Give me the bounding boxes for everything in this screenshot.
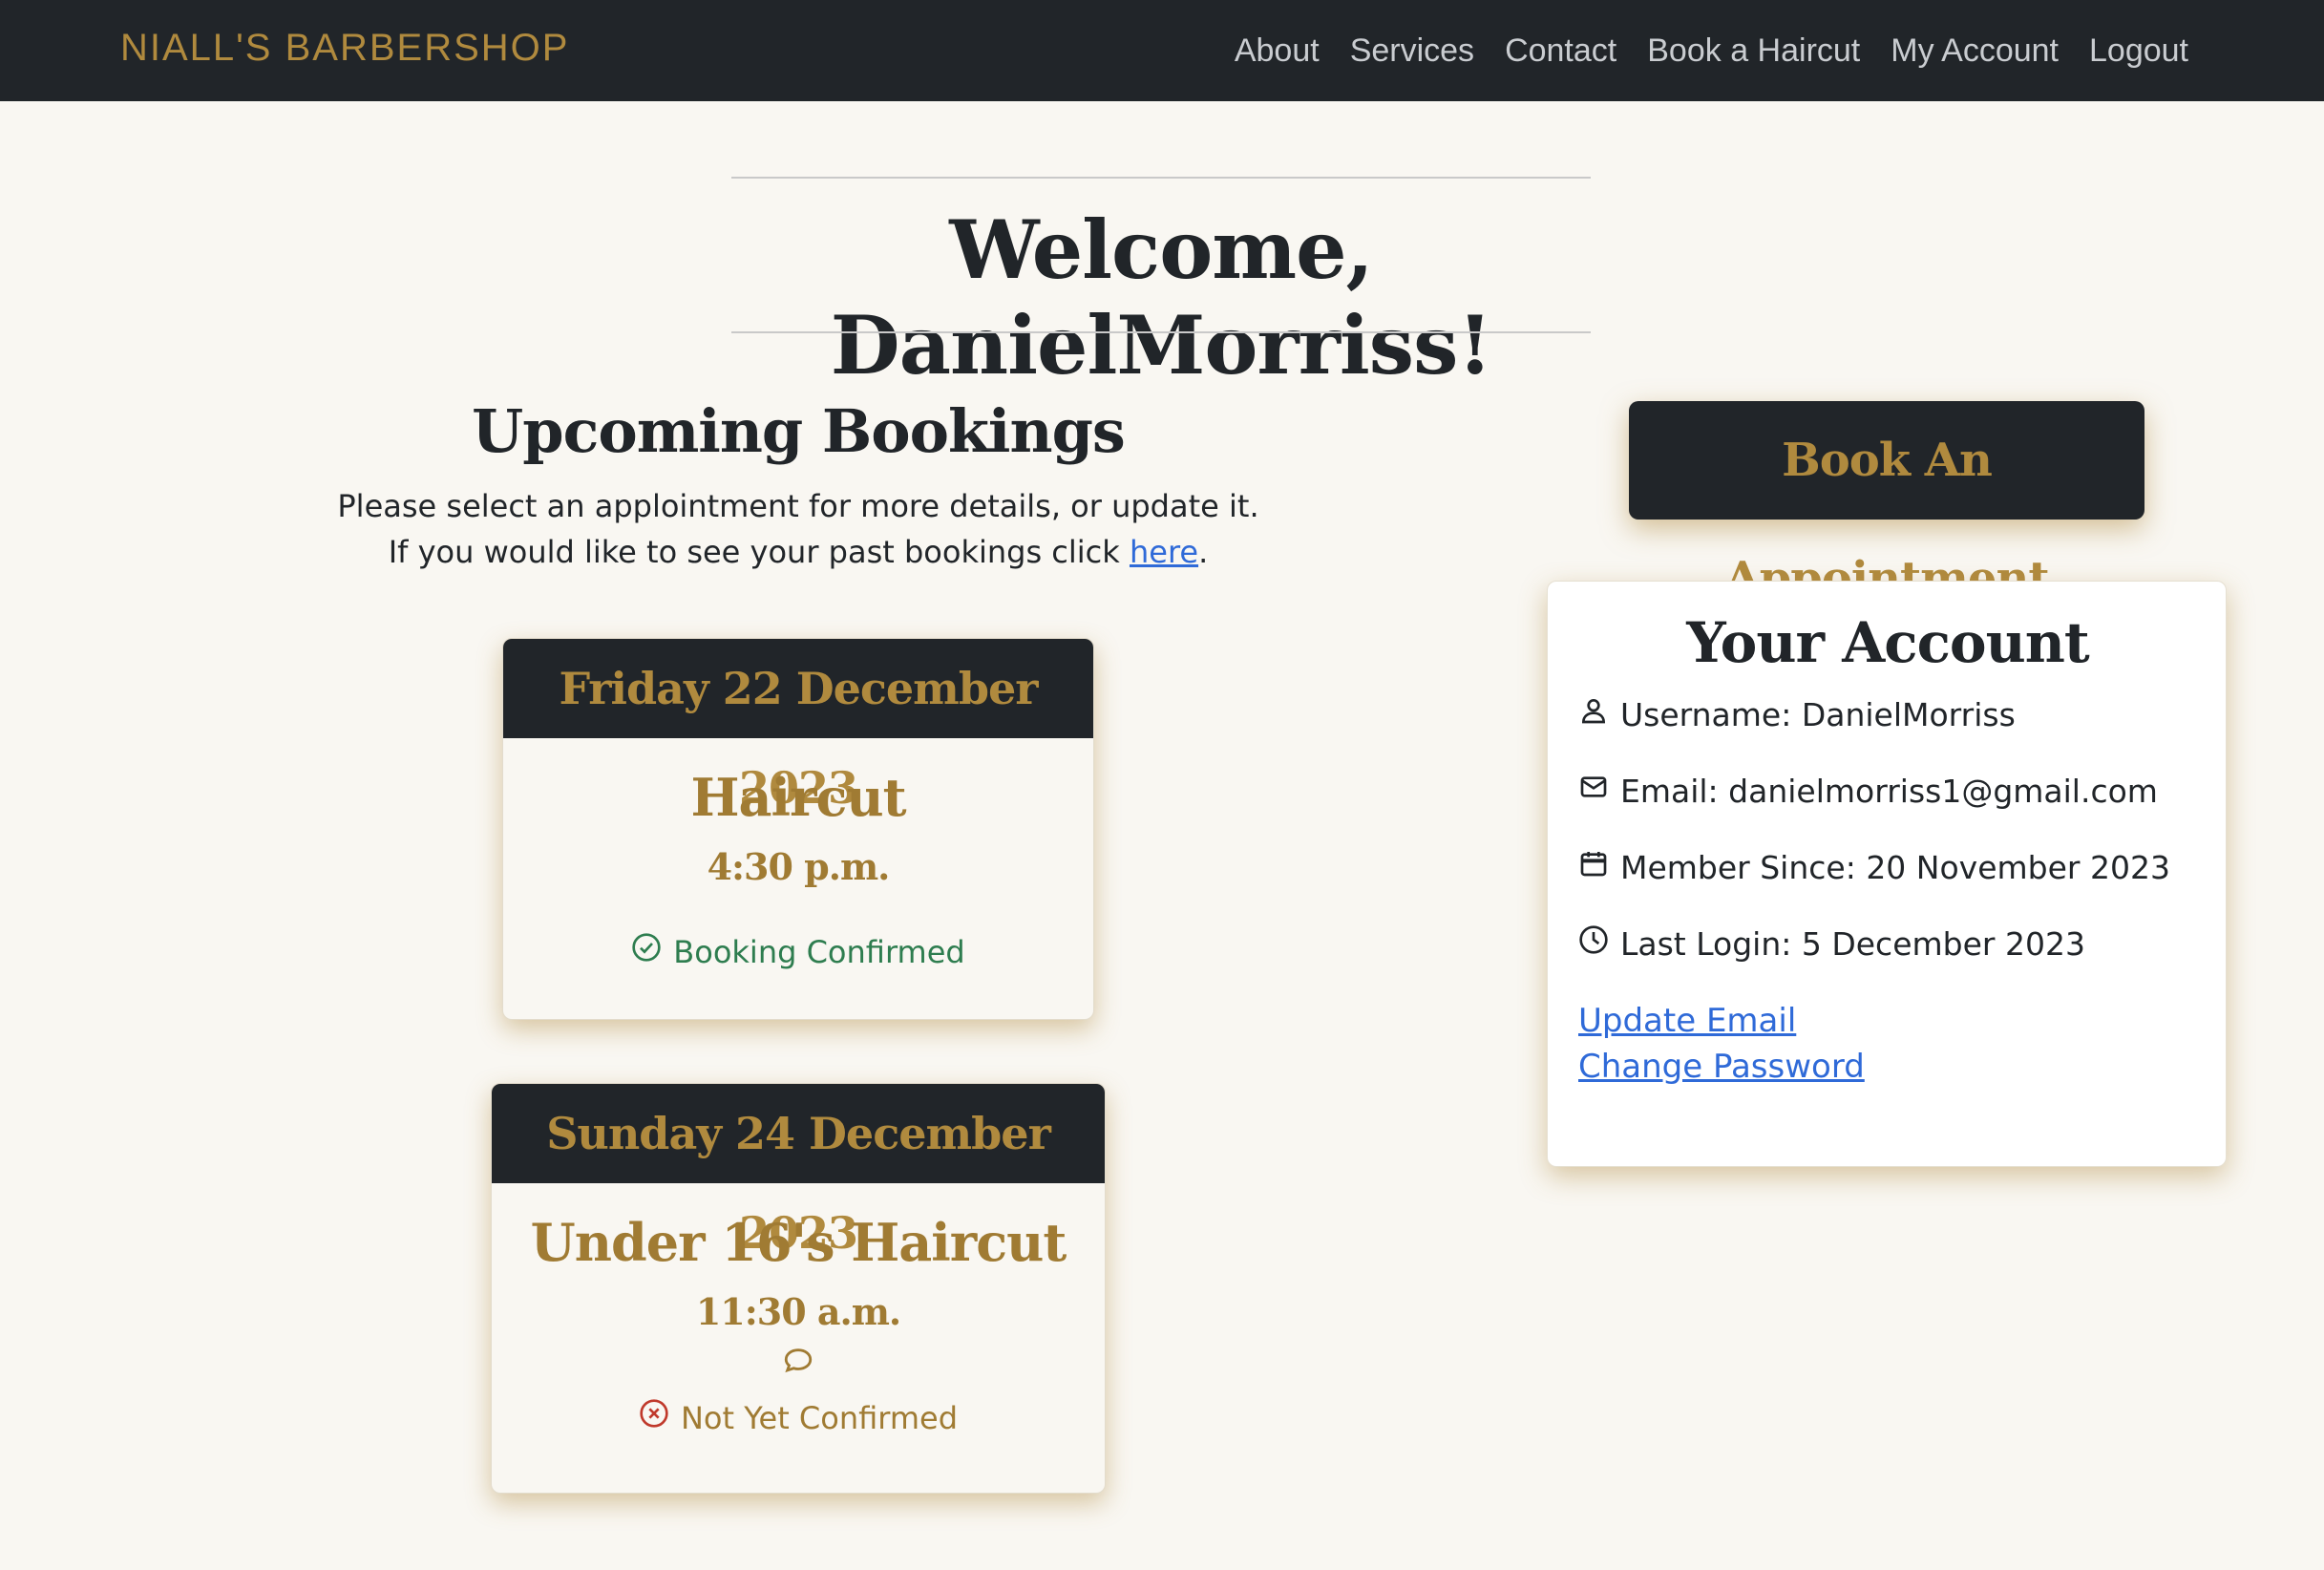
booking-card-body: Under 16's Haircut 11:30 a.m. Not Yet Co…: [492, 1183, 1105, 1441]
booking-status: Booking Confirmed: [503, 929, 1093, 975]
intro-line-2-period: .: [1198, 534, 1209, 570]
booking-comment: [492, 1342, 1105, 1384]
booking-service: Haircut: [690, 767, 906, 828]
nav-contact[interactable]: Contact: [1505, 3, 1616, 98]
booking-status: Not Yet Confirmed: [492, 1395, 1105, 1441]
nav-services[interactable]: Services: [1350, 3, 1474, 98]
update-email-link[interactable]: Update Email: [1578, 998, 1796, 1044]
booking-service: Under 16's Haircut: [530, 1212, 1067, 1273]
email-text: Email: danielmorriss1@gmail.com: [1620, 773, 2158, 810]
booking-date: Sunday 24 December 2023: [492, 1084, 1105, 1259]
last-login-text: Last Login: 5 December 2023: [1620, 925, 2085, 963]
clock-icon: [1578, 922, 1609, 967]
username-text: Username: DanielMorriss: [1620, 696, 2016, 733]
account-username: Username: DanielMorriss: [1578, 692, 2016, 738]
upcoming-bookings-title: Upcoming Bookings: [472, 396, 1126, 466]
nav-logout[interactable]: Logout: [2089, 3, 2188, 98]
check-circle-icon: [631, 929, 662, 975]
calendar-icon: [1578, 845, 1609, 891]
page-title: Welcome, DanielMorriss!: [830, 202, 1493, 392]
booking-date: Friday 22 December 2023: [503, 639, 1093, 814]
navbar: NIALL'S BARBERSHOP About Services Contac…: [0, 0, 2324, 101]
welcome-top-rule: [731, 177, 1591, 179]
chat-bubble-icon: [782, 1345, 814, 1381]
account-card: Your Account Username: DanielMorriss Ema…: [1547, 581, 2227, 1167]
account-title: Your Account: [1686, 610, 2089, 675]
booking-status-text: Booking Confirmed: [673, 934, 965, 970]
booking-card-body: Haircut 4:30 p.m. Booking Confirmed: [503, 738, 1093, 975]
nav-about[interactable]: About: [1235, 3, 1320, 98]
brand-logo[interactable]: NIALL'S BARBERSHOP: [120, 0, 569, 101]
booking-card[interactable]: Friday 22 December 2023 Haircut 4:30 p.m…: [502, 638, 1094, 1020]
change-password-link[interactable]: Change Password: [1578, 1044, 1865, 1090]
booking-time: 4:30 p.m.: [707, 845, 891, 888]
account-email: Email: danielmorriss1@gmail.com: [1578, 769, 2158, 815]
nav-links: About Services Contact Book a Haircut My…: [1235, 0, 2188, 101]
book-appointment-button[interactable]: Book An Appointment: [1629, 401, 2144, 605]
x-circle-icon: [639, 1395, 669, 1441]
account-member-since: Member Since: 20 November 2023: [1578, 845, 2170, 891]
intro-line-2: If you would like to see your past booki…: [321, 529, 1276, 575]
member-since-text: Member Since: 20 November 2023: [1620, 849, 2170, 886]
account-last-login: Last Login: 5 December 2023: [1578, 922, 2085, 967]
booking-status-text: Not Yet Confirmed: [680, 1400, 959, 1436]
booking-time: 11:30 a.m.: [695, 1290, 901, 1333]
past-bookings-link[interactable]: here: [1130, 534, 1198, 570]
bookings-intro: Please select an applointment for more d…: [321, 483, 1276, 575]
envelope-icon: [1578, 769, 1609, 815]
welcome-bottom-rule: [731, 331, 1591, 333]
nav-book-haircut[interactable]: Book a Haircut: [1647, 3, 1860, 98]
nav-my-account[interactable]: My Account: [1891, 3, 2059, 98]
intro-line-2-text: If you would like to see your past booki…: [388, 534, 1130, 570]
person-icon: [1578, 692, 1609, 738]
booking-card[interactable]: Sunday 24 December 2023 Under 16's Hairc…: [491, 1083, 1106, 1494]
intro-line-1: Please select an applointment for more d…: [337, 488, 1259, 524]
